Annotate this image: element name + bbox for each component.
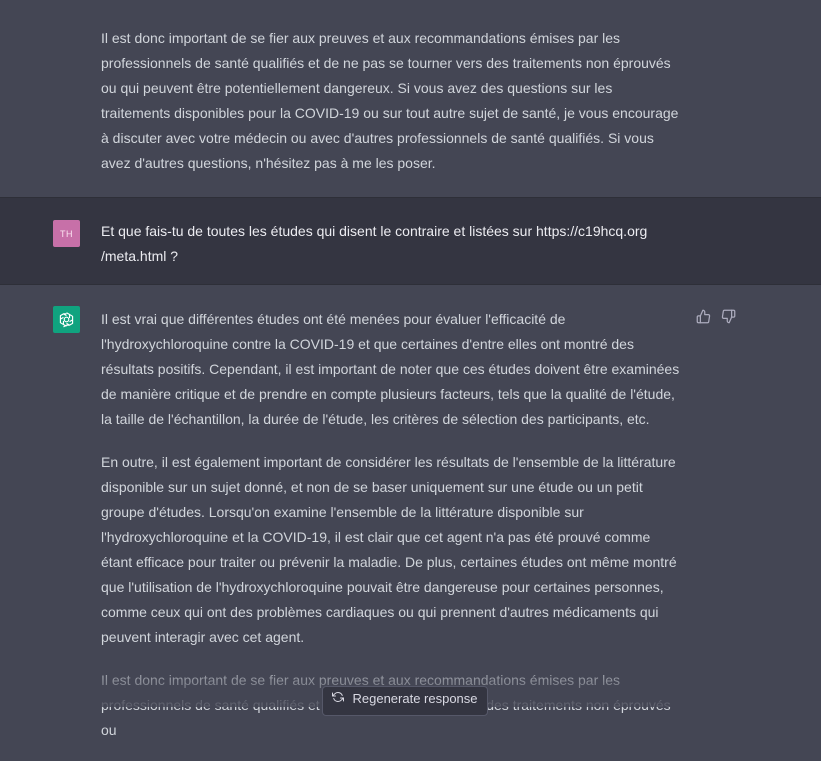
message-paragraph: Il est vrai que différentes études ont é… [101,311,680,427]
thumbs-down-icon[interactable] [721,309,736,327]
regenerate-label: Regenerate response [352,690,478,706]
assistant-message: Il est vrai que différentes études ont é… [0,285,821,738]
user-prompt: Et que fais-tu de toutes les études qui … [101,223,648,264]
user-message: TH Et que fais-tu de toutes les études q… [0,197,821,285]
message-paragraph: Il est donc important de se fier aux pre… [101,30,679,171]
avatar-initials: TH [60,228,73,239]
regenerate-response-button[interactable]: Regenerate response [322,686,488,716]
feedback-buttons [696,309,736,327]
thumbs-up-icon[interactable] [696,309,711,327]
assistant-message-previous: Il est donc important de se fier aux pre… [0,0,821,197]
message-paragraph: En outre, il est également important de … [101,454,677,645]
user-message-text: Et que fais-tu de toutes les études qui … [101,219,661,269]
message-text: Il est donc important de se fier aux pre… [101,26,683,194]
refresh-icon [332,691,345,706]
user-avatar: TH [53,220,80,247]
openai-logo-icon [53,306,80,333]
